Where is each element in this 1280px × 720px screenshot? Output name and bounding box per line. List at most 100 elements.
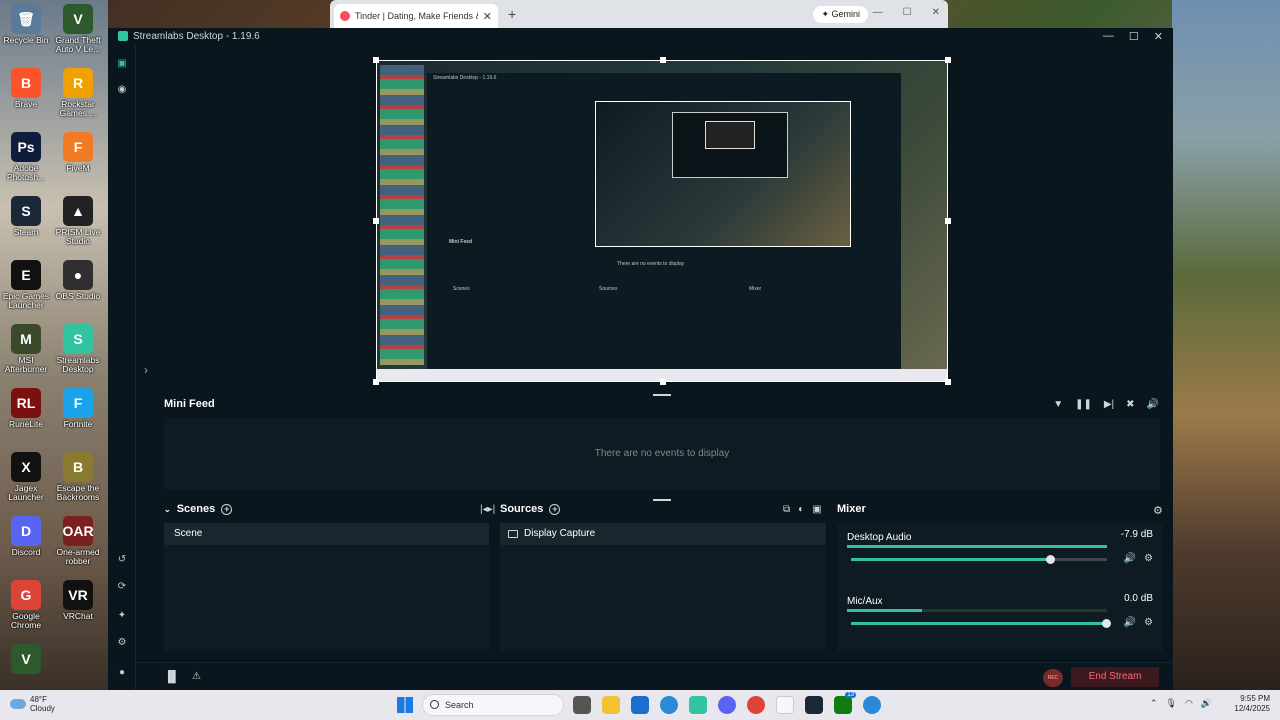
volume-slider[interactable] <box>851 555 1107 564</box>
mute-alerts-icon[interactable]: ✖ <box>1126 399 1134 410</box>
desktop-icon[interactable]: ● OBS Studio <box>53 260 103 318</box>
end-stream-button[interactable]: End Stream <box>1071 667 1159 687</box>
slider-knob[interactable] <box>1102 619 1111 628</box>
desktop-icon-label: OBS Studio <box>55 291 101 301</box>
maximize-button[interactable]: ☐ <box>1129 30 1139 43</box>
discord-icon[interactable] <box>718 696 736 714</box>
clock[interactable]: 9:55 PM 12/4/2025 <box>1234 694 1270 714</box>
notepad-icon[interactable] <box>776 696 794 714</box>
channel-settings-icon[interactable]: ⚙ <box>1144 617 1153 628</box>
profile-icon[interactable]: ● <box>116 667 128 679</box>
desktop-icon[interactable]: F FiveM <box>53 132 103 190</box>
task-view-icon[interactable] <box>573 696 591 714</box>
close-button[interactable]: ✕ <box>1154 30 1163 43</box>
desktop-icon[interactable]: M MSI Afterburner <box>1 324 51 382</box>
desktop-icon[interactable]: F Fortnite <box>53 388 103 446</box>
resize-grip[interactable] <box>653 394 671 396</box>
editor-icon[interactable]: ▣ <box>116 58 128 70</box>
new-tab-button[interactable]: + <box>508 6 516 22</box>
resize-grip[interactable] <box>653 499 671 501</box>
skip-icon[interactable]: ▶| <box>1104 399 1114 410</box>
pause-icon[interactable]: ❚❚ <box>1075 399 1092 410</box>
minimize-button[interactable]: — <box>1103 30 1114 43</box>
xbox-icon[interactable]: 13 <box>834 692 856 714</box>
chrome-icon[interactable] <box>747 696 765 714</box>
highlighter-icon[interactable]: ✦ <box>116 610 128 622</box>
theme-icon[interactable]: ◉ <box>116 84 128 96</box>
group-icon[interactable]: ⧉ <box>783 504 790 515</box>
desktop-icon[interactable]: RL RuneLite <box>1 388 51 446</box>
desktop-icon[interactable]: 🗑 Recycle Bin <box>1 4 51 62</box>
streamlabs-icon[interactable] <box>689 696 707 714</box>
folder-icon[interactable]: ▣ <box>812 504 821 515</box>
desktop-icon[interactable]: B Brave <box>1 68 51 126</box>
mute-icon[interactable]: 🔊 <box>1124 553 1136 564</box>
resize-handle[interactable] <box>945 379 951 385</box>
volume-tray-icon[interactable]: 🔊 <box>1201 698 1212 709</box>
desktop-icon[interactable]: ▲ PRISM Live Studio <box>53 196 103 254</box>
resize-handle[interactable] <box>945 57 951 63</box>
browser-maximize-icon[interactable]: ☐ <box>903 7 912 18</box>
layout-icon[interactable]: ⟳ <box>116 581 128 593</box>
desktop-icon[interactable]: B Escape the Backrooms <box>53 452 103 510</box>
windows-start-icon[interactable] <box>397 697 413 713</box>
resize-handle[interactable] <box>373 379 379 385</box>
settings-icon[interactable]: ⚙ <box>116 637 128 649</box>
desktop-icon[interactable]: V Grand Theft Auto V Le... <box>53 4 103 62</box>
add-source-button[interactable]: + <box>549 503 561 515</box>
browser-window-controls: — ☐ ✕ <box>873 7 940 18</box>
file-explorer-icon[interactable] <box>602 696 620 714</box>
resize-handle[interactable] <box>660 379 666 385</box>
source-item[interactable]: Display Capture <box>500 523 826 545</box>
preview-nested-preview <box>595 101 851 247</box>
steam-icon[interactable] <box>805 696 823 714</box>
store-icon[interactable] <box>631 696 649 714</box>
desktop-icon[interactable]: G Google Chrome <box>1 580 51 638</box>
close-tab-icon[interactable]: ✕ <box>483 10 492 23</box>
filter-icon[interactable]: ▼ <box>1053 399 1063 410</box>
resize-handle[interactable] <box>373 57 379 63</box>
add-scene-button[interactable]: + <box>221 503 233 515</box>
stream-preview[interactable]: Streamlabs Desktop - 1.19.6 Mini Feed Th… <box>373 57 951 385</box>
record-button[interactable]: REC <box>1043 669 1063 687</box>
stats-icon[interactable]: ▐▌ <box>164 671 180 683</box>
desktop-icon[interactable]: R Rockstar Games ... <box>53 68 103 126</box>
volume-icon[interactable]: 🔊 <box>1147 399 1159 410</box>
desktop-icon[interactable]: D Discord <box>1 516 51 574</box>
desktop-icon[interactable]: Ps Adobe Photosh... <box>1 132 51 190</box>
resize-handle[interactable] <box>660 57 666 63</box>
alert-icon[interactable]: ⚠ <box>192 671 201 682</box>
browser-tab-tinder[interactable]: Tinder | Dating, Make Friends & ✕ <box>334 4 498 28</box>
source-settings-icon[interactable]: ◐ <box>798 504 804 515</box>
chevron-up-icon[interactable]: ⌃ <box>1150 698 1158 709</box>
volume-slider[interactable] <box>851 619 1111 628</box>
taskbar-search[interactable]: Search <box>422 694 564 716</box>
desktop-icon[interactable]: OAR One-armed robber <box>53 516 103 574</box>
desktop-icon[interactable]: S Streamlabs Desktop <box>53 324 103 382</box>
desktop-icon[interactable]: VR VRChat <box>53 580 103 638</box>
weather-widget[interactable]: 48°F Cloudy <box>10 695 55 713</box>
preview-nested-preview-3 <box>705 121 755 149</box>
mute-icon[interactable]: 🔊 <box>1124 617 1136 628</box>
studio-mode-icon[interactable]: ↺ <box>116 554 128 566</box>
scene-transition-icon[interactable]: |◂▸| <box>480 504 495 515</box>
desktop-icon[interactable]: X Jagex Launcher <box>1 452 51 510</box>
resize-handle[interactable] <box>373 218 379 224</box>
mixer-settings-icon[interactable]: ⚙ <box>1153 504 1163 517</box>
desktop-icon[interactable]: E Epic Games Launcher <box>1 260 51 318</box>
slider-knob[interactable] <box>1045 555 1055 564</box>
resize-handle[interactable] <box>945 218 951 224</box>
gemini-button[interactable]: ✦ Gemini <box>813 5 868 23</box>
wifi-icon[interactable]: ◠ <box>1185 698 1193 709</box>
expand-arrow-icon[interactable]: › <box>144 363 148 377</box>
mic-icon[interactable]: 🎙 <box>1166 698 1177 709</box>
browser-close-icon[interactable]: ✕ <box>932 7 940 18</box>
preview-desktop-icons <box>380 65 424 365</box>
channel-settings-icon[interactable]: ⚙ <box>1144 553 1153 564</box>
app-icon[interactable] <box>863 696 881 714</box>
scene-item[interactable]: Scene <box>164 523 489 545</box>
desktop-icon[interactable]: S Steam <box>1 196 51 254</box>
collapse-icon[interactable]: ⌄ <box>164 505 171 514</box>
browser-minimize-icon[interactable]: — <box>873 7 883 18</box>
edge-icon[interactable] <box>660 696 678 714</box>
